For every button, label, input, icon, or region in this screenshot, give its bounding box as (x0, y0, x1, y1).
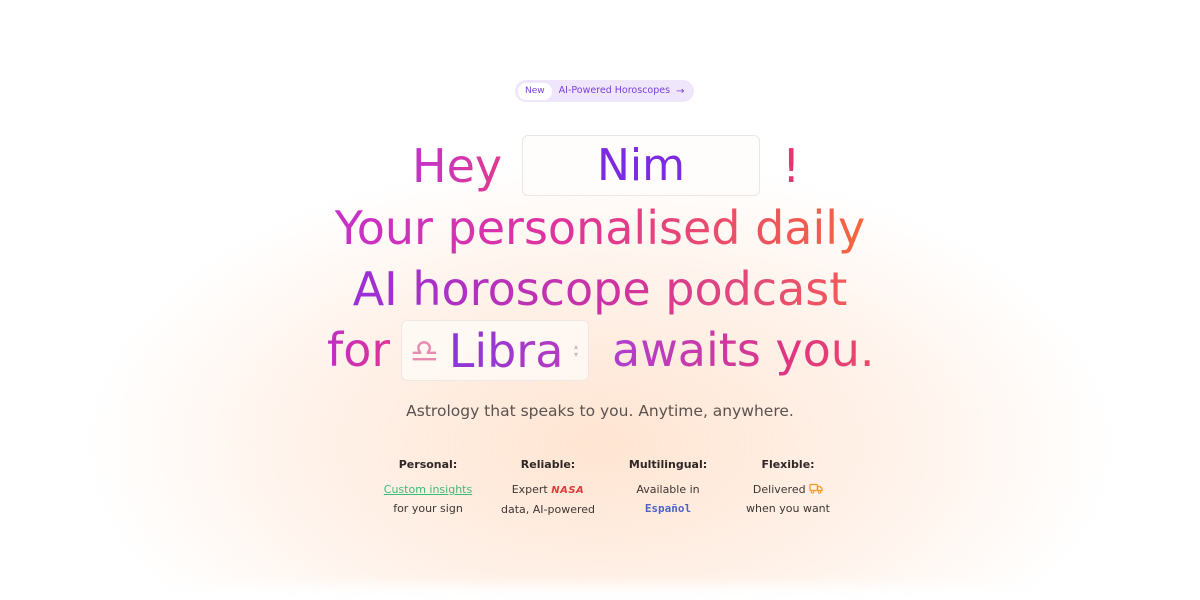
feature-line: Delivered (752, 483, 806, 496)
custom-insights-link[interactable]: Custom insights (384, 483, 472, 496)
headline-line-2: Your personalised daily (0, 200, 1200, 256)
feature-personal: Personal: Custom insights for your sign (368, 458, 488, 519)
truck-icon (809, 482, 823, 496)
hero-section: New AI-Powered Horoscopes → Hey ! Your p… (0, 0, 1200, 600)
feature-flexible: Flexible: Delivered when you want (728, 458, 848, 519)
nasa-logo: NASA (551, 485, 585, 496)
feature-line: Available in (636, 483, 700, 496)
feature-line: data, AI-powered (500, 503, 595, 516)
feature-multilingual: Multilingual: Available in Español (608, 458, 728, 519)
chevron-updown-icon: ▴ ▾ (573, 342, 578, 359)
headline-line-3: AI horoscope podcast (0, 261, 1200, 317)
feature-line: when you want (746, 502, 830, 515)
exclamation-mark: ! (782, 139, 801, 193)
awaits-text: awaits you. (612, 323, 875, 377)
for-text: for (327, 323, 391, 377)
language-espanol: Español (644, 502, 692, 515)
subtitle: Astrology that speaks to you. Anytime, a… (406, 402, 794, 420)
name-input[interactable] (523, 139, 759, 192)
feature-line: Expert (511, 483, 548, 496)
zodiac-sign-value: Libra (448, 323, 564, 378)
badge-new-label: New (518, 82, 552, 100)
feature-line: for your sign (393, 502, 463, 515)
feature-title: Flexible: (761, 458, 815, 471)
arrow-right-icon: → (676, 85, 685, 97)
libra-icon: ♎ (410, 331, 439, 370)
announcement-badge[interactable]: New AI-Powered Horoscopes → (515, 80, 695, 102)
badge-text: AI-Powered Horoscopes (558, 85, 671, 96)
headline-line-3-text: AI horoscope podcast (352, 262, 848, 316)
greeting-text: Hey (412, 139, 503, 193)
feature-title: Reliable: (520, 458, 576, 471)
features-row: Personal: Custom insights for your sign … (368, 458, 848, 519)
feature-reliable: Reliable: Expert NASA data, AI-powered (488, 458, 608, 519)
headline-line-2-text: Your personalised daily (334, 201, 866, 255)
feature-title: Multilingual: (628, 458, 708, 471)
name-input-box[interactable] (522, 135, 760, 196)
feature-title: Personal: (398, 458, 458, 471)
zodiac-sign-select[interactable]: ♎ Libra ▴ ▾ (401, 320, 589, 381)
